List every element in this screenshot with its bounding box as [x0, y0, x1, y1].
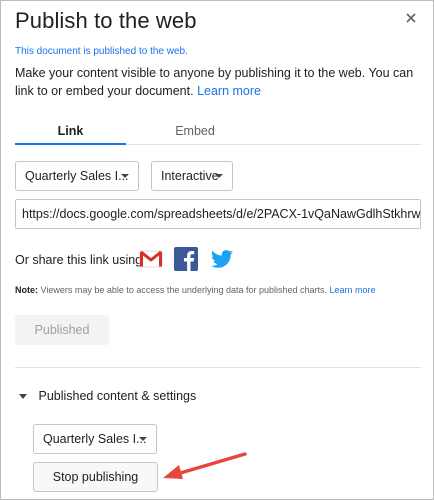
published-sheet-select[interactable]: Quarterly Sales I... — [33, 424, 157, 454]
note-text: Note: Viewers may be able to access the … — [15, 285, 376, 295]
note-prefix: Note: — [15, 285, 38, 295]
published-button: Published — [15, 315, 109, 345]
section-divider — [15, 367, 421, 368]
twitter-icon[interactable] — [209, 246, 235, 272]
note-body: Viewers may be able to access the underl… — [40, 285, 328, 295]
publish-url-field[interactable]: https://docs.google.com/spreadsheets/d/e… — [15, 199, 421, 229]
close-icon[interactable] — [402, 9, 420, 27]
stop-publishing-button[interactable]: Stop publishing — [33, 462, 158, 492]
publish-dialog: Publish to the web This document is publ… — [0, 0, 434, 500]
published-content-label: Published content & settings — [38, 389, 197, 403]
mode-select[interactable]: Interactive — [151, 161, 233, 191]
gmail-icon[interactable] — [138, 246, 164, 272]
annotation-arrow-icon — [163, 452, 247, 479]
sheet-select[interactable]: Quarterly Sales I... — [15, 161, 139, 191]
note-learn-more-link[interactable]: Learn more — [330, 285, 376, 295]
facebook-icon[interactable] — [173, 246, 199, 272]
published-sheet-select-value: Quarterly Sales I... — [43, 432, 147, 446]
dialog-title: Publish to the web — [15, 8, 197, 33]
chevron-down-icon — [215, 174, 223, 178]
tab-embed[interactable]: Embed — [126, 119, 264, 145]
learn-more-link[interactable]: Learn more — [197, 84, 261, 98]
tab-link[interactable]: Link — [15, 119, 126, 145]
triangle-down-icon — [19, 393, 27, 399]
published-content-toggle[interactable]: Published content & settings — [15, 389, 196, 407]
chevron-down-icon — [139, 437, 147, 441]
tab-bar: Link Embed — [15, 119, 421, 145]
sheet-select-value: Quarterly Sales I... — [25, 169, 129, 183]
dialog-description: Make your content visible to anyone by p… — [15, 64, 421, 100]
share-label: Or share this link using: — [15, 253, 146, 267]
chevron-down-icon — [121, 174, 129, 178]
mode-select-value: Interactive — [161, 169, 219, 183]
published-notice: This document is published to the web. — [15, 46, 188, 57]
